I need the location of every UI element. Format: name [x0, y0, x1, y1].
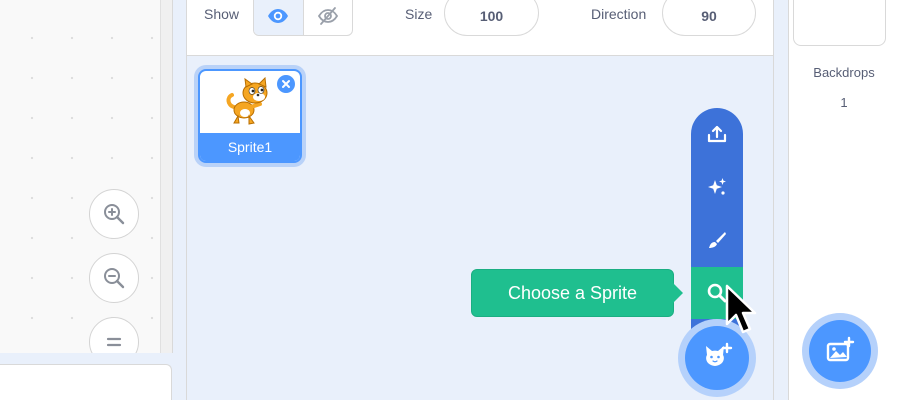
show-visible-button[interactable]	[254, 0, 303, 35]
delete-sprite-button[interactable]	[275, 73, 297, 95]
eye-icon	[268, 9, 289, 23]
tooltip-arrow	[673, 283, 683, 303]
paint-sprite-button[interactable]	[691, 214, 743, 266]
size-label: Size	[405, 6, 433, 22]
backdrops-count: 1	[840, 95, 848, 110]
sprite-name: Sprite1	[200, 133, 300, 161]
zoom-reset-icon	[106, 337, 122, 347]
scratch-editor: Show Size 100 Direction 90 Sprite1 Choos…	[0, 0, 900, 400]
show-hidden-button[interactable]	[302, 0, 353, 35]
surprise-sprite-button[interactable]	[691, 161, 743, 213]
show-label: Show	[204, 6, 240, 22]
code-area-bottom-panel	[0, 364, 172, 400]
add-backdrop-button-face	[809, 320, 871, 382]
backdrops-label: Backdrops	[813, 65, 875, 80]
direction-label: Direction	[591, 6, 647, 22]
zoom-in-icon	[104, 204, 125, 225]
stage-thumbnail[interactable]	[793, 0, 886, 46]
add-backdrop-button[interactable]	[802, 313, 878, 389]
size-input[interactable]: 100	[444, 0, 539, 36]
zoom-out-button[interactable]	[89, 253, 139, 303]
close-icon	[282, 80, 290, 88]
mouse-pointer-icon	[725, 284, 757, 334]
cat-plus-icon	[706, 342, 733, 366]
choose-sprite-tooltip: Choose a Sprite	[471, 269, 674, 317]
visibility-toggle	[253, 0, 353, 36]
eye-slash-icon	[317, 7, 338, 25]
brush-icon	[709, 232, 726, 248]
divider	[172, 0, 173, 400]
upload-icon	[707, 125, 727, 143]
zoom-in-button[interactable]	[89, 189, 139, 239]
zoom-out-icon	[104, 268, 125, 289]
upload-sprite-button[interactable]	[691, 108, 743, 160]
cat-sprite-icon	[226, 77, 268, 125]
code-area[interactable]	[0, 0, 172, 353]
image-plus-icon	[826, 336, 855, 362]
sparkle-icon	[708, 178, 726, 195]
direction-input[interactable]: 90	[662, 0, 756, 36]
